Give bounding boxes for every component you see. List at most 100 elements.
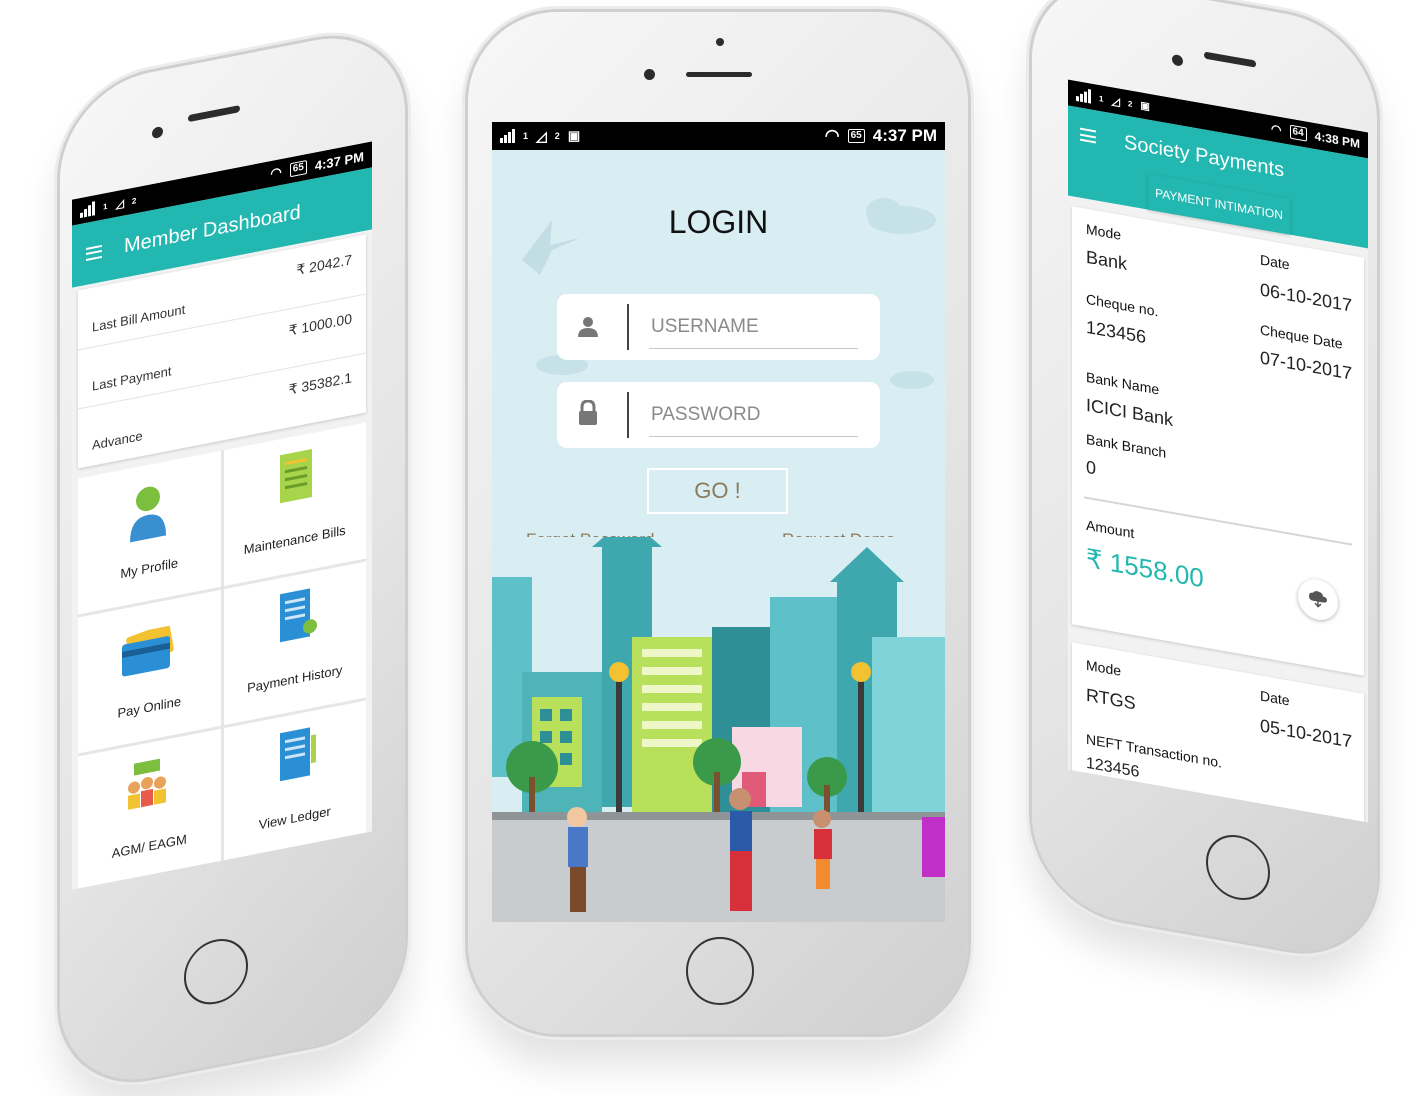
login-screen: 1 ◿ 2 ▣ ◠ 65 4:37 PM LOGIN USERNAME PASS… [492, 122, 945, 922]
dashboard-screen: 1 ◿ 2 ◠ 65 4:37 PM Member Dashboard Last… [72, 141, 372, 890]
tile-label: View Ledger [258, 803, 331, 833]
signal-icon [500, 129, 515, 143]
payment-card: Mode RTGS Date 05-10-2017 NEFT Transacti… [1072, 642, 1364, 823]
signal-icon [1076, 87, 1091, 104]
history-icon [278, 585, 318, 652]
payment-card: Mode Bank Date 06-10-2017 Cheque no. 123… [1072, 206, 1364, 676]
city-illustration [492, 537, 945, 922]
tile-label: Maintenance Bills [243, 522, 346, 558]
download-button[interactable] [1298, 576, 1338, 624]
date-label: Date [1260, 687, 1290, 709]
summary-value: ₹ 2042.7 [296, 251, 352, 279]
password-input[interactable]: PASSWORD [651, 404, 760, 426]
amount-value: ₹ 1558.00 [1086, 542, 1204, 594]
sim1-label: 1 [103, 201, 108, 212]
date-value: 06-10-2017 [1260, 279, 1353, 316]
earpiece [188, 105, 240, 123]
bank-name-value: ICICI Bank [1086, 394, 1174, 431]
front-camera [644, 69, 655, 80]
cheque-no-value: 123456 [1086, 316, 1147, 348]
cheque-no-label: Cheque no. [1086, 290, 1159, 320]
phone-right: 1 ◿ 2 ▣ ◠ 64 4:38 PM Society Payments PA… [1032, 0, 1377, 966]
card-icon [120, 623, 176, 684]
status-bar: 1 ◿ 2 ▣ ◠ 65 4:37 PM [492, 122, 945, 150]
home-button[interactable] [1206, 829, 1270, 906]
field-divider [627, 304, 629, 350]
mode-value: RTGS [1086, 684, 1136, 714]
summary-value: ₹ 35382.1 [288, 369, 352, 398]
summary-label: Last Bill Amount [92, 301, 186, 335]
user-icon [577, 316, 599, 343]
proximity-sensor [716, 38, 724, 46]
tile-payment-history[interactable]: Payment History [223, 561, 366, 726]
sim1-label: 1 [523, 131, 529, 141]
bank-branch-value: 0 [1086, 456, 1097, 479]
clock: 4:38 PM [1314, 129, 1360, 152]
sim1-label: 1 [1099, 93, 1104, 104]
lock-icon [577, 399, 599, 431]
image-icon: ▣ [1140, 99, 1150, 113]
tile-my-profile[interactable]: My Profile [78, 450, 221, 615]
meeting-icon [124, 757, 170, 821]
home-button[interactable] [184, 933, 248, 1010]
tile-pay-online[interactable]: Pay Online [78, 589, 221, 754]
summary-label: Last Payment [92, 363, 172, 394]
earpiece [1204, 51, 1256, 68]
bank-branch-label: Bank Branch [1086, 430, 1167, 461]
summary-value: ₹ 1000.00 [288, 310, 352, 339]
tile-maintenance-bills[interactable]: Maintenance Bills [223, 422, 366, 587]
tile-label: My Profile [120, 555, 179, 582]
phone-left: 1 ◿ 2 ◠ 65 4:37 PM Member Dashboard Last… [60, 22, 405, 1095]
input-underline [649, 436, 858, 437]
home-button[interactable] [686, 937, 754, 1005]
signal2-icon: ◿ [115, 197, 124, 211]
summary-label: Advance [92, 427, 143, 453]
pie-chart-icon [264, 854, 334, 890]
mode-value: Bank [1086, 246, 1128, 274]
tile-label: Payment History [247, 662, 343, 696]
username-input[interactable]: USERNAME [651, 316, 759, 338]
tile-label: AGM/ EAGM [111, 831, 187, 861]
input-underline [649, 348, 858, 349]
amount-label: Amount [1086, 516, 1135, 542]
image-icon: ▣ [567, 128, 581, 143]
wifi-icon: ◠ [1271, 121, 1282, 138]
date-label: Date [1260, 251, 1290, 273]
sim2-label: 2 [554, 131, 560, 141]
phone-center: 1 ◿ 2 ▣ ◠ 65 4:37 PM LOGIN USERNAME PASS… [468, 12, 968, 1034]
mode-label: Mode [1086, 656, 1122, 679]
username-field[interactable]: USERNAME [557, 294, 880, 360]
mode-label: Mode [1086, 220, 1122, 243]
menu-icon[interactable] [1080, 127, 1096, 144]
cloud-download-icon [1309, 591, 1327, 608]
field-divider [627, 392, 629, 438]
bank-name-label: Bank Name [1086, 368, 1160, 398]
tile-view-ledger[interactable]: View Ledger [223, 700, 366, 865]
dashboard-title: Member Dashboard [124, 200, 301, 258]
tile-agm-eagm[interactable]: AGM/ EAGM [78, 728, 221, 890]
front-camera [152, 125, 163, 140]
sim2-label: 2 [1127, 98, 1133, 109]
date-value: 05-10-2017 [1260, 715, 1353, 752]
front-camera [1172, 53, 1183, 67]
clock: 4:37 PM [872, 126, 937, 145]
tile-label: Pay Online [117, 693, 182, 721]
wifi-icon: ◠ [270, 163, 282, 182]
sim2-label: 2 [131, 195, 137, 206]
bill-icon [278, 447, 314, 511]
go-button[interactable]: GO ! [647, 468, 788, 514]
earpiece [686, 72, 752, 77]
cheque-date-label: Cheque Date [1260, 321, 1343, 352]
menu-icon[interactable] [86, 244, 102, 261]
wifi-icon: ◠ [824, 126, 840, 145]
signal2-icon: ◿ [1111, 94, 1120, 109]
battery-icon: 65 [847, 129, 865, 143]
battery-icon: 64 [1289, 124, 1307, 142]
battery-icon: 65 [289, 160, 307, 178]
password-field[interactable]: PASSWORD [557, 382, 880, 448]
signal-icon [80, 201, 95, 219]
tile-grid: My Profile Maintenance Bills Pay Online … [78, 422, 366, 890]
payments-screen: 1 ◿ 2 ▣ ◠ 64 4:38 PM Society Payments PA… [1068, 79, 1368, 823]
login-title: LOGIN [668, 204, 769, 240]
cheque-date-value: 07-10-2017 [1260, 347, 1353, 384]
